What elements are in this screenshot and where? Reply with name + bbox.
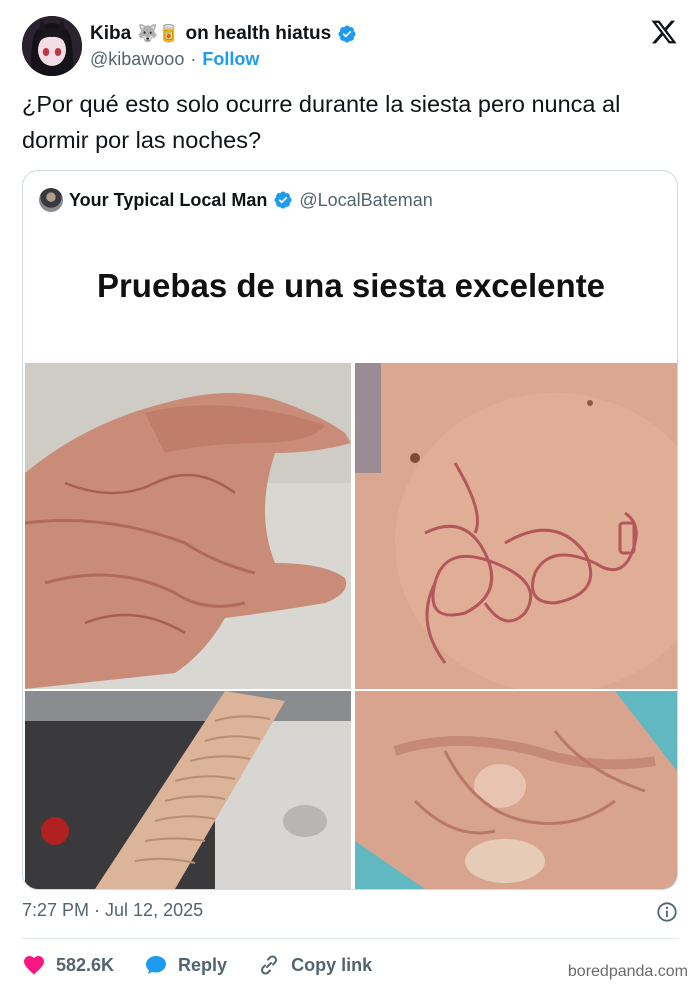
verified-badge-icon (338, 25, 356, 43)
author-avatar[interactable] (22, 16, 82, 76)
x-logo-icon[interactable] (650, 18, 678, 46)
image-caption-title: Pruebas de una siesta excelente (96, 267, 606, 304)
author-name-suffix[interactable]: on health hiatus (186, 23, 332, 45)
info-icon[interactable] (656, 901, 678, 923)
tweet-timestamp[interactable]: 7:27 PM · Jul 12, 2025 (22, 900, 203, 921)
reply-label: Reply (178, 954, 228, 975)
heart-icon (24, 956, 44, 975)
author-handle[interactable]: @kibawooo (90, 49, 184, 70)
handle-separator: · (190, 49, 197, 69)
reply-bubble-icon (146, 956, 167, 974)
like-button[interactable]: 582.6K (22, 953, 114, 977)
quoted-tweet[interactable]: Your Typical Local Man @LocalBateman Pru… (22, 170, 678, 890)
copy-link-label: Copy link (291, 954, 373, 975)
quoted-handle[interactable]: @LocalBateman (299, 190, 432, 211)
photo-arm-wrinkle-marks[interactable] (25, 691, 351, 889)
photo-shoulder-cable-imprint[interactable] (355, 363, 677, 689)
copy-link-button[interactable]: Copy link (257, 953, 372, 977)
reply-button[interactable]: Reply (144, 953, 227, 977)
photo-hand-sleep-marks[interactable] (25, 363, 351, 689)
quoted-author-avatar[interactable] (39, 188, 63, 212)
tweet-text: ¿Por qué esto solo ocurre durante la sie… (22, 91, 621, 153)
tweet-card: Kiba 🐺🥫 on health hiatus @kibawooo · Fol… (0, 0, 700, 991)
author-name-emojis: 🐺🥫 (137, 24, 180, 44)
follow-button[interactable]: Follow (202, 49, 259, 70)
like-count: 582.6K (56, 954, 115, 975)
photo-hand-pressure-marks[interactable] (355, 691, 677, 889)
photo-grid[interactable] (25, 363, 677, 889)
action-bar: 582.6K Reply Copy link (22, 952, 402, 978)
divider (22, 938, 678, 939)
author-handle-row: @kibawooo · Follow (90, 49, 259, 70)
verified-badge-icon (274, 191, 292, 209)
source-watermark: boredpanda.com (567, 963, 688, 980)
quoted-display-name[interactable]: Your Typical Local Man (69, 190, 267, 211)
author-display-name[interactable]: Kiba (90, 23, 131, 45)
quoted-author-row[interactable]: Your Typical Local Man @LocalBateman (39, 187, 433, 213)
link-icon (261, 955, 278, 975)
author-name-row[interactable]: Kiba 🐺🥫 on health hiatus (90, 22, 357, 46)
